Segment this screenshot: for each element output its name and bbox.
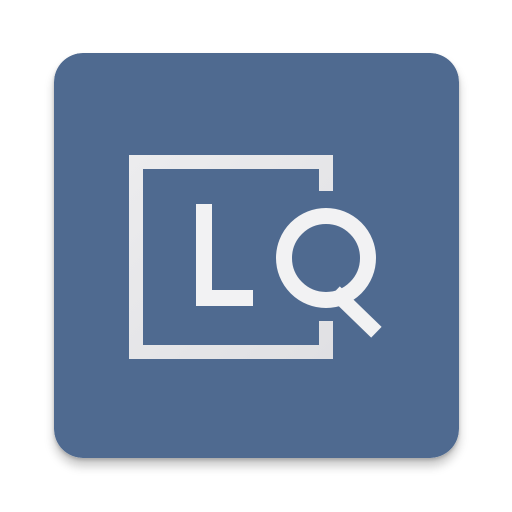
tile-background — [54, 53, 459, 458]
app-icon-canvas — [0, 0, 512, 512]
lq-app-icon[interactable] — [54, 53, 459, 458]
lq-logo-icon — [54, 53, 459, 458]
